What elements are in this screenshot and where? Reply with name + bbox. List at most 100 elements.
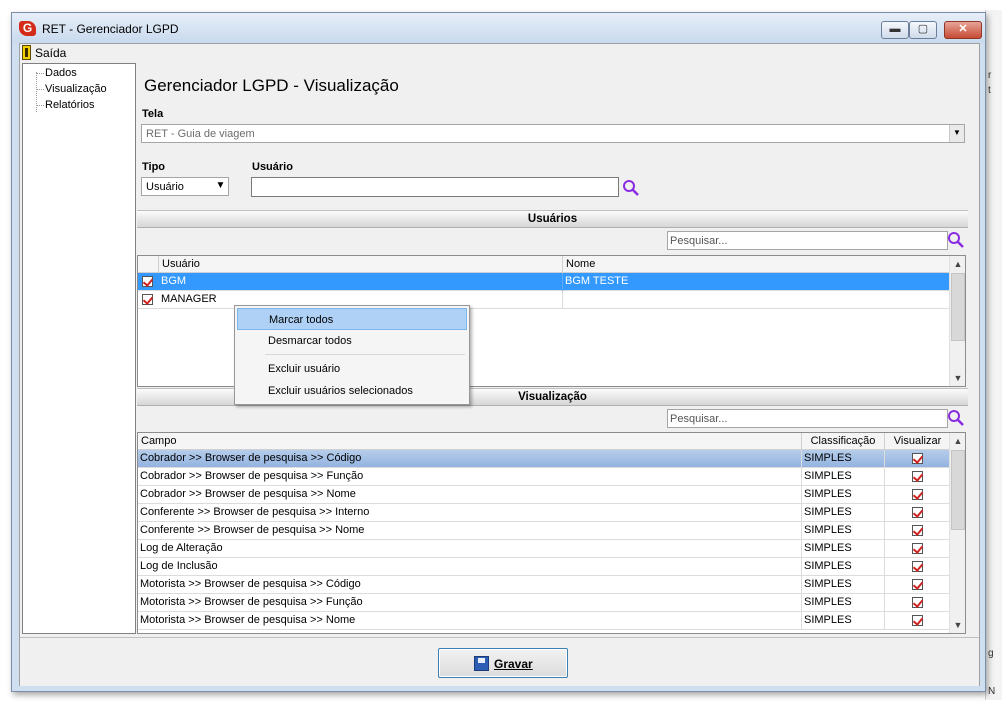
usuario-input[interactable] <box>251 177 619 197</box>
row-checkbox[interactable] <box>142 294 153 305</box>
cell-classificacao: SIMPLES <box>802 612 885 630</box>
table-row[interactable]: Log de Alteração SIMPLES <box>138 540 950 558</box>
cell-campo: Log de Alteração <box>138 540 802 558</box>
save-button-label: Gravar <box>494 657 533 671</box>
menu-item-desmarcar-todos[interactable]: Desmarcar todos <box>237 330 467 352</box>
exit-door-icon[interactable] <box>22 45 31 60</box>
row-checkbox[interactable] <box>142 276 153 287</box>
menu-item-excluir-selecionados[interactable]: Excluir usuários selecionados <box>237 380 467 402</box>
table-row[interactable]: Motorista >> Browser de pesquisa >> Nome… <box>138 612 950 630</box>
table-row[interactable]: Conferente >> Browser de pesquisa >> Int… <box>138 504 950 522</box>
table-row[interactable]: Cobrador >> Browser de pesquisa >> Códig… <box>138 450 950 468</box>
users-scrollbar[interactable]: ▲ ▼ <box>949 256 965 386</box>
column-nome[interactable]: Nome <box>563 256 950 273</box>
tree-item-relatorios[interactable]: Relatórios <box>45 99 95 111</box>
visualizar-checkbox[interactable] <box>912 597 923 608</box>
tela-select[interactable]: RET - Guia de viagem ▼ <box>141 124 965 143</box>
visualizar-checkbox[interactable] <box>912 525 923 536</box>
cell-nome <box>563 291 950 309</box>
cell-campo: Log de Inclusão <box>138 558 802 576</box>
scroll-thumb[interactable] <box>951 450 965 530</box>
table-row[interactable]: Cobrador >> Browser de pesquisa >> Nome S… <box>138 486 950 504</box>
cell-usuario: BGM <box>159 273 563 291</box>
scroll-down-icon[interactable]: ▼ <box>950 370 965 386</box>
cell-classificacao: SIMPLES <box>802 558 885 576</box>
cell-campo: Cobrador >> Browser de pesquisa >> Nome <box>138 486 802 504</box>
visualizar-checkbox[interactable] <box>912 579 923 590</box>
background-app-edge: r t g N <box>985 10 1002 700</box>
cell-visualizar <box>885 450 950 468</box>
maximize-button[interactable]: ▢ <box>909 21 937 39</box>
view-grid: Campo Classificação Visualizar Cobrador … <box>137 432 966 634</box>
table-row[interactable]: BGM BGM TESTE <box>138 273 950 291</box>
menu-item-marcar-todos[interactable]: Marcar todos <box>237 308 467 330</box>
cell-campo: Motorista >> Browser de pesquisa >> Nome <box>138 612 802 630</box>
users-search-placeholder: Pesquisar... <box>670 235 728 247</box>
cell-visualizar <box>885 612 950 630</box>
scroll-down-icon[interactable]: ▼ <box>950 617 965 633</box>
visualizar-checkbox[interactable] <box>912 615 923 626</box>
table-row[interactable]: Log de Inclusão SIMPLES <box>138 558 950 576</box>
column-classificacao[interactable]: Classificação <box>802 433 885 450</box>
cell-visualizar <box>885 576 950 594</box>
visualizar-checkbox[interactable] <box>912 471 923 482</box>
cell-visualizar <box>885 540 950 558</box>
column-usuario[interactable]: Usuário <box>159 256 563 273</box>
app-logo-icon: G <box>19 21 36 36</box>
cell-classificacao: SIMPLES <box>802 450 885 468</box>
tree-connector <box>36 73 44 74</box>
scroll-thumb[interactable] <box>951 273 965 341</box>
scroll-up-icon[interactable]: ▲ <box>950 433 965 449</box>
users-search-input[interactable]: Pesquisar... <box>667 231 948 250</box>
tree-connector <box>36 105 44 106</box>
tipo-select[interactable]: Usuário ▼ <box>141 177 229 196</box>
bg-fragment: t <box>988 85 991 96</box>
cell-campo: Conferente >> Browser de pesquisa >> Int… <box>138 504 802 522</box>
visualizar-checkbox[interactable] <box>912 453 923 464</box>
column-visualizar[interactable]: Visualizar <box>885 433 950 450</box>
bg-fragment: N <box>988 686 996 697</box>
table-row[interactable]: Motorista >> Browser de pesquisa >> Códi… <box>138 576 950 594</box>
menu-separator <box>265 354 465 355</box>
cell-classificacao: SIMPLES <box>802 486 885 504</box>
table-row[interactable]: Motorista >> Browser de pesquisa >> Funç… <box>138 594 950 612</box>
search-icon[interactable] <box>947 231 965 249</box>
close-button[interactable]: ✕ <box>944 21 982 39</box>
cell-visualizar <box>885 468 950 486</box>
table-row[interactable]: Cobrador >> Browser de pesquisa >> Funçã… <box>138 468 950 486</box>
chevron-down-icon: ▼ <box>949 125 964 142</box>
table-row[interactable]: Conferente >> Browser de pesquisa >> Nom… <box>138 522 950 540</box>
view-scrollbar[interactable]: ▲ ▼ <box>949 433 965 633</box>
bg-fragment: r <box>988 70 992 81</box>
search-icon[interactable] <box>622 179 640 197</box>
tipo-label: Tipo <box>142 161 166 173</box>
visualizar-checkbox[interactable] <box>912 543 923 554</box>
scroll-up-icon[interactable]: ▲ <box>950 256 965 272</box>
cell-campo: Cobrador >> Browser de pesquisa >> Códig… <box>138 450 802 468</box>
tree-item-dados[interactable]: Dados <box>45 67 77 79</box>
visualizar-checkbox[interactable] <box>912 489 923 500</box>
cell-classificacao: SIMPLES <box>802 468 885 486</box>
view-search-input[interactable]: Pesquisar... <box>667 409 948 428</box>
menu-exit[interactable]: Saída <box>35 46 66 60</box>
chevron-down-icon: ▼ <box>213 178 228 195</box>
menu-item-excluir-usuario[interactable]: Excluir usuário <box>237 358 467 380</box>
tree-connector <box>36 89 44 90</box>
tela-label: Tela <box>142 108 164 120</box>
window-client-area: Saída Dados Visualização Relatórios Gere… <box>19 43 980 686</box>
tree-item-visualizacao[interactable]: Visualização <box>45 83 107 95</box>
save-button[interactable]: Gravar <box>438 648 568 678</box>
column-campo[interactable]: Campo <box>138 433 802 450</box>
footer-bar: Gravar <box>20 637 979 686</box>
cell-classificacao: SIMPLES <box>802 540 885 558</box>
header-checkbox-column <box>138 256 159 273</box>
cell-visualizar <box>885 558 950 576</box>
search-icon[interactable] <box>947 409 965 427</box>
title-bar[interactable]: G RET - Gerenciador LGPD ▬ ▢ ✕ <box>12 13 985 43</box>
cell-visualizar <box>885 522 950 540</box>
visualizar-checkbox[interactable] <box>912 561 923 572</box>
floppy-disk-icon <box>474 656 489 671</box>
visualizar-checkbox[interactable] <box>912 507 923 518</box>
minimize-button[interactable]: ▬ <box>881 21 909 39</box>
cell-campo: Conferente >> Browser de pesquisa >> Nom… <box>138 522 802 540</box>
